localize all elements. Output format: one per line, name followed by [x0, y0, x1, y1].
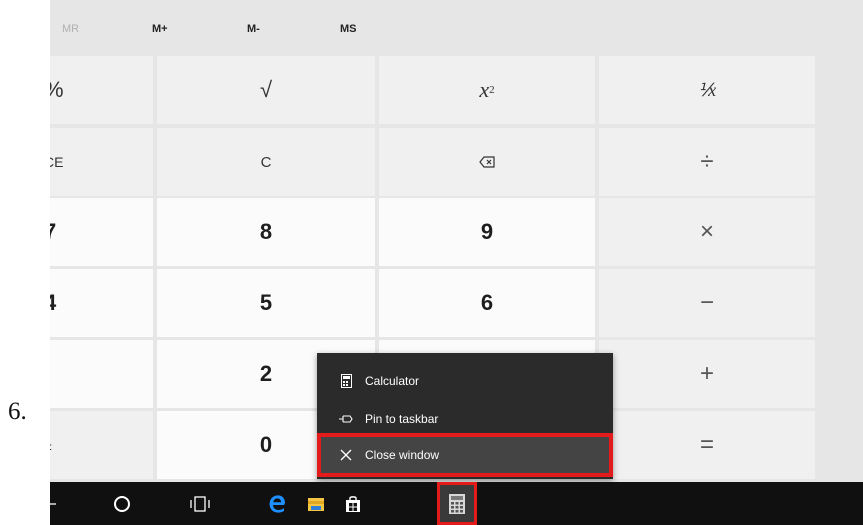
reciprocal-key[interactable]: ⅟x	[599, 56, 815, 124]
memory-bar: MR M+ M- MS	[50, 8, 863, 54]
percent-key[interactable]: %	[50, 56, 153, 124]
memory-add-button[interactable]: M+	[152, 23, 168, 35]
calculator-taskbar-button[interactable]	[437, 482, 477, 525]
digit-8-key[interactable]: 8	[157, 198, 375, 266]
task-view-icon[interactable]	[180, 482, 220, 525]
step-number: 6.	[8, 398, 27, 425]
close-icon	[333, 449, 359, 461]
calculator-icon	[449, 493, 465, 514]
edge-icon[interactable]	[257, 482, 297, 525]
taskbar-context-menu: Calculator Pin to taskbar Close window	[317, 353, 613, 479]
negate-key[interactable]: ±	[50, 411, 153, 479]
start-button[interactable]	[50, 482, 76, 525]
multiply-key[interactable]: ×	[599, 198, 815, 266]
digit-4-key[interactable]: 4	[50, 269, 153, 337]
backspace-key[interactable]	[379, 128, 595, 196]
store-icon[interactable]	[333, 482, 373, 525]
minus-key[interactable]: −	[599, 269, 815, 337]
taskbar	[50, 482, 863, 525]
calculator-icon	[333, 374, 359, 388]
memory-store-button[interactable]: MS	[340, 23, 357, 35]
menu-item-close-window[interactable]: Close window	[317, 433, 613, 477]
file-explorer-icon[interactable]	[296, 482, 336, 525]
plus-key[interactable]: +	[599, 340, 815, 408]
memory-recall-button[interactable]: MR	[62, 23, 79, 35]
clear-key[interactable]: C	[157, 128, 375, 196]
pin-icon	[333, 414, 359, 424]
menu-item-label: Close window	[365, 448, 440, 462]
digit-1-key[interactable]	[50, 340, 153, 408]
menu-item-label: Calculator	[365, 374, 420, 388]
clear-entry-key[interactable]: CE	[50, 128, 153, 196]
menu-item-label: Pin to taskbar	[365, 412, 439, 426]
equals-key[interactable]: =	[599, 411, 815, 479]
calculator-screenshot: MR M+ M- MS % √ x2 ⅟x CE C ÷ 7 8 9 × 4 5…	[50, 0, 863, 525]
digit-5-key[interactable]: 5	[157, 269, 375, 337]
menu-item-pin-to-taskbar[interactable]: Pin to taskbar	[321, 401, 609, 437]
square-key[interactable]: x2	[379, 56, 595, 124]
cortana-icon[interactable]	[102, 482, 142, 525]
backspace-icon	[479, 156, 495, 168]
digit-9-key[interactable]: 9	[379, 198, 595, 266]
digit-6-key[interactable]: 6	[379, 269, 595, 337]
square-root-key[interactable]: √	[157, 56, 375, 124]
menu-item-calculator[interactable]: Calculator	[321, 363, 609, 399]
digit-7-key[interactable]: 7	[50, 198, 153, 266]
divide-key[interactable]: ÷	[599, 128, 815, 196]
memory-subtract-button[interactable]: M-	[247, 23, 260, 35]
